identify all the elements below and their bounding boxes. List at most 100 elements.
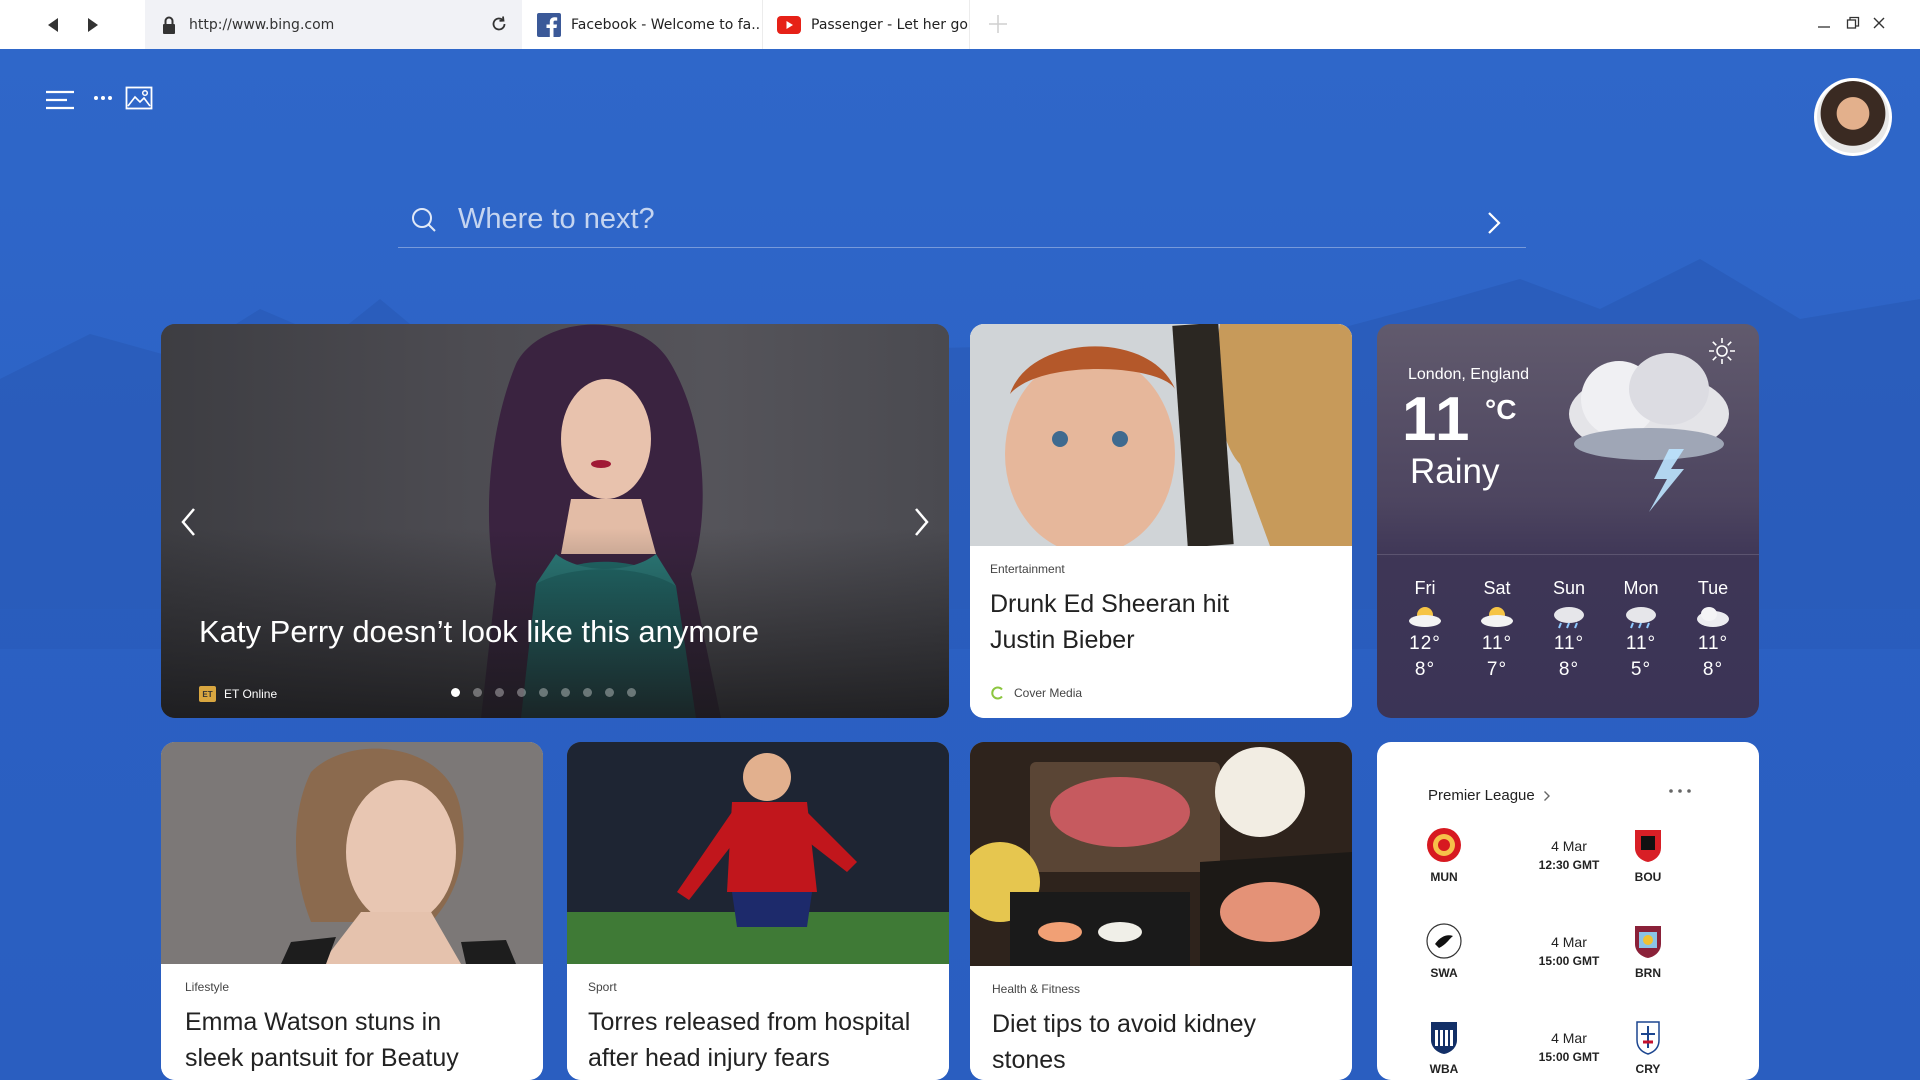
hero-source-label: ET Online — [224, 687, 278, 701]
match-date: 4 Mar 15:00 GMT — [1509, 1030, 1629, 1064]
league-header[interactable]: Premier League — [1428, 787, 1551, 804]
address-bar-tab[interactable]: http://www.bing.com — [145, 0, 522, 49]
match-row[interactable]: MUN 4 Mar 12:30 GMT BOU — [1419, 826, 1719, 896]
partly-sunny-icon — [1409, 607, 1441, 627]
carousel-dot[interactable] — [627, 688, 636, 697]
story-card-torres[interactable]: Sport Torres released from hospital afte… — [567, 742, 949, 1080]
forecast-low: 8° — [1702, 659, 1724, 680]
crystal-palace-crest-icon — [1636, 1021, 1660, 1055]
forecast-day: Sat 11° 7° — [1463, 578, 1531, 681]
story-category: Health & Fitness — [992, 982, 1081, 996]
back-arrow-icon — [48, 17, 58, 32]
carousel-dots — [451, 688, 636, 697]
carousel-dot[interactable] — [473, 688, 482, 697]
premier-league-card[interactable]: Premier League MUN 4 Mar 12:30 GMT BOU S… — [1377, 742, 1759, 1080]
more-options-icon[interactable] — [1667, 786, 1693, 796]
facebook-icon — [537, 12, 561, 37]
rain-cloud-icon — [1554, 607, 1584, 629]
hamburger-menu-icon[interactable] — [45, 89, 75, 111]
team-abbr: BRN — [1635, 966, 1661, 980]
forecast-day-name: Tue — [1697, 578, 1729, 598]
user-avatar[interactable] — [1814, 78, 1892, 156]
chevron-right-icon — [1543, 790, 1550, 801]
away-team: CRY — [1623, 1018, 1673, 1076]
home-team: MUN — [1419, 826, 1469, 884]
away-team: BRN — [1623, 922, 1673, 980]
search-bar[interactable] — [398, 192, 1526, 248]
league-title: Premier League — [1428, 787, 1535, 804]
forecast-high: 11° — [1553, 633, 1585, 654]
weather-divider — [1377, 554, 1759, 555]
match-row[interactable]: WBA 4 Mar 15:00 GMT CRY — [1419, 1018, 1719, 1080]
match-time: 12:30 GMT — [1538, 858, 1600, 872]
story-headline[interactable]: Torres released from hospital after head… — [588, 1004, 928, 1076]
carousel-dot[interactable] — [539, 688, 548, 697]
home-team: SWA — [1419, 922, 1469, 980]
search-input[interactable] — [458, 203, 1438, 236]
reload-icon[interactable] — [490, 15, 508, 33]
new-tab-plus-icon[interactable] — [986, 12, 1010, 36]
story-headline[interactable]: Emma Watson stuns in sleek pantsuit for … — [185, 1004, 505, 1080]
torres-body: Sport Torres released from hospital afte… — [567, 964, 949, 1080]
ed-sheeran-photo — [970, 324, 1352, 546]
match-row[interactable]: SWA 4 Mar 15:00 GMT BRN — [1419, 922, 1719, 992]
forecast-day: Sun 11° 8° — [1535, 578, 1603, 681]
tab-youtube[interactable]: Passenger - Let her go — [763, 0, 970, 49]
swansea-crest-icon — [1426, 923, 1462, 959]
image-icon[interactable] — [125, 86, 153, 110]
story-category: Entertainment — [990, 562, 1065, 576]
carousel-dot[interactable] — [605, 688, 614, 697]
carousel-dot[interactable] — [561, 688, 570, 697]
browser-chrome: http://www.bing.com Facebook - Welcome t… — [0, 0, 1920, 49]
story-headline[interactable]: Drunk Ed Sheeran hit Justin Bieber — [990, 586, 1250, 658]
youtube-icon — [777, 13, 801, 37]
forward-button[interactable] — [73, 0, 111, 49]
emma-watson-body: Lifestyle Emma Watson stuns in sleek pan… — [161, 964, 543, 1080]
more-options-icon[interactable] — [93, 94, 113, 102]
ed-sheeran-body: Entertainment Drunk Ed Sheeran hit Justi… — [970, 546, 1352, 718]
search-icon — [412, 207, 436, 232]
forecast-day: Tue 11° 8° — [1679, 578, 1747, 681]
hero-source: ET ET Online — [199, 686, 277, 702]
weather-condition: Rainy — [1410, 452, 1500, 491]
forecast-day-name: Mon — [1623, 578, 1659, 598]
forecast-day-name: Sun — [1552, 578, 1586, 598]
match-date: 4 Mar 15:00 GMT — [1509, 934, 1629, 968]
forecast-high: 11° — [1625, 633, 1657, 654]
weather-card[interactable]: London, England 11 °C Rainy Fri 12° 8° S… — [1377, 324, 1759, 718]
partly-sunny-icon — [1481, 607, 1513, 627]
food-photo — [970, 742, 1352, 966]
carousel-dot[interactable] — [451, 688, 460, 697]
back-button[interactable] — [35, 0, 73, 49]
match-date: 4 Mar 12:30 GMT — [1509, 838, 1629, 872]
forecast-low: 7° — [1486, 659, 1508, 680]
carousel-dot[interactable] — [583, 688, 592, 697]
close-icon[interactable] — [1871, 15, 1887, 31]
home-team: WBA — [1419, 1018, 1469, 1076]
diet-body: Health & Fitness Diet tips to avoid kidn… — [970, 966, 1352, 1080]
thunderstorm-icon — [1569, 353, 1729, 512]
carousel-prev-icon[interactable] — [179, 506, 199, 538]
story-card-diet[interactable]: Health & Fitness Diet tips to avoid kidn… — [970, 742, 1352, 1080]
carousel-dot[interactable] — [517, 688, 526, 697]
hero-carousel-card[interactable]: Katy Perry doesn’t look like this anymor… — [161, 324, 949, 718]
chevron-right-icon[interactable] — [1484, 210, 1504, 236]
forecast-day-name: Sat — [1483, 578, 1511, 598]
hero-headline[interactable]: Katy Perry doesn’t look like this anymor… — [199, 614, 759, 650]
forward-arrow-icon — [88, 17, 98, 32]
team-abbr: SWA — [1430, 966, 1458, 980]
tab-facebook[interactable]: Facebook - Welcome to fa.. — [523, 0, 763, 49]
restore-icon[interactable] — [1845, 15, 1861, 31]
burnley-crest-icon — [1635, 926, 1661, 958]
story-card-ed-sheeran[interactable]: Entertainment Drunk Ed Sheeran hit Justi… — [970, 324, 1352, 718]
match-date-label: 4 Mar — [1551, 934, 1587, 950]
rain-cloud-icon — [1626, 607, 1656, 629]
story-card-emma-watson[interactable]: Lifestyle Emma Watson stuns in sleek pan… — [161, 742, 543, 1080]
match-time: 15:00 GMT — [1538, 954, 1600, 968]
forecast-high: 11° — [1481, 633, 1513, 654]
address-url[interactable]: http://www.bing.com — [189, 17, 334, 33]
story-headline[interactable]: Diet tips to avoid kidney stones — [992, 1006, 1330, 1078]
minimize-icon[interactable] — [1816, 15, 1832, 31]
carousel-next-icon[interactable] — [911, 506, 931, 538]
carousel-dot[interactable] — [495, 688, 504, 697]
